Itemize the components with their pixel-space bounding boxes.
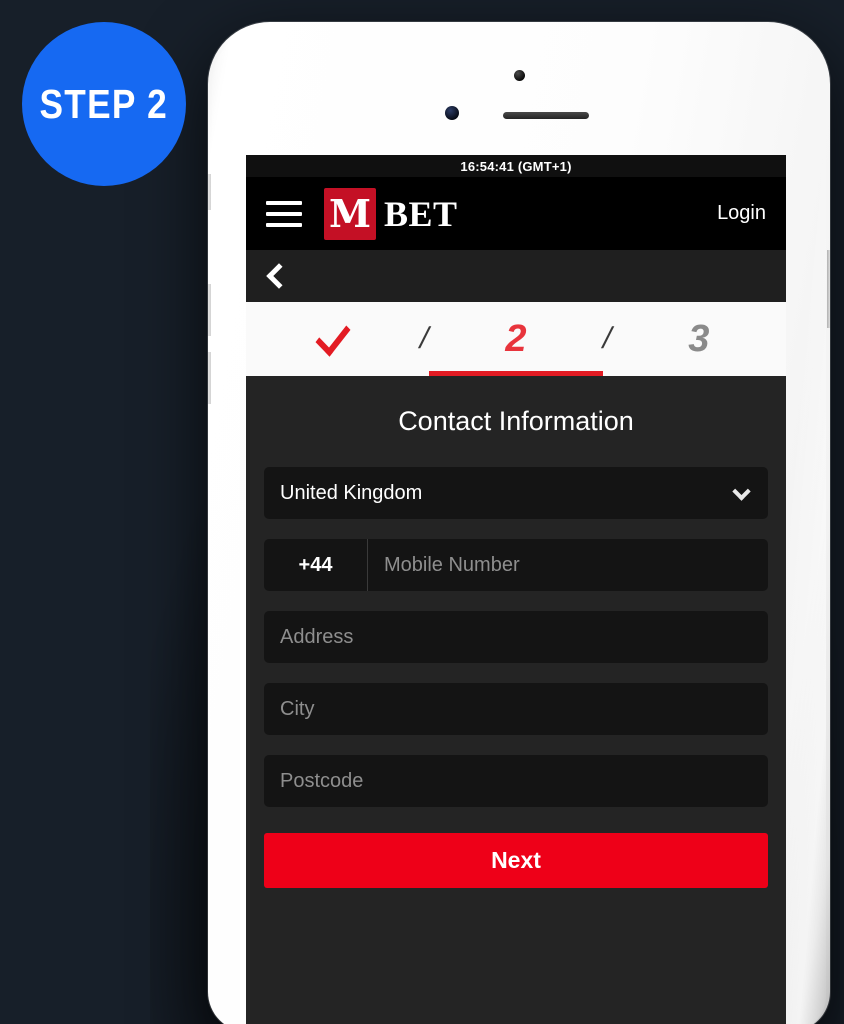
silent-switch-button[interactable] [208, 174, 211, 210]
app-header: M BET Login [246, 177, 786, 250]
hamburger-bar [266, 200, 302, 205]
step-item-3-label: 3 [688, 318, 710, 360]
volume-up-button[interactable] [208, 284, 211, 336]
hamburger-icon[interactable] [266, 200, 302, 227]
city-input[interactable]: City [264, 683, 768, 735]
postcode-placeholder: Postcode [280, 769, 364, 792]
mobile-number-placeholder: Mobile Number [384, 553, 520, 576]
power-button[interactable] [827, 250, 830, 328]
city-placeholder: City [280, 697, 315, 720]
next-button[interactable]: Next [264, 833, 768, 888]
contact-information-form: Contact Information United Kingdom +44 M… [246, 376, 786, 1024]
step-item-3[interactable]: 3 [612, 302, 786, 376]
form-title: Contact Information [398, 406, 634, 436]
address-placeholder: Address [280, 625, 354, 648]
status-bar: 16:54:41 (GMT+1) [246, 155, 786, 177]
step-item-1[interactable] [246, 302, 420, 376]
login-button[interactable]: Login [717, 202, 766, 225]
step-badge: STEP 2 [22, 22, 186, 186]
address-input[interactable]: Address [264, 611, 768, 663]
brand-logo[interactable]: M BET [324, 187, 717, 240]
hamburger-bar [266, 222, 302, 227]
hamburger-bar [266, 211, 302, 216]
brand-wordmark: BET [384, 193, 458, 234]
back-bar [246, 250, 786, 302]
status-bar-clock: 16:54:41 (GMT+1) [460, 158, 572, 174]
chevron-down-icon [732, 482, 751, 501]
postcode-input[interactable]: Postcode [264, 755, 768, 807]
front-camera-icon [445, 106, 459, 120]
phone-device: 16:54:41 (GMT+1) M BET Login / 2 / 3 Con… [208, 22, 830, 1024]
step-badge-label: STEP 2 [39, 80, 169, 127]
volume-down-button[interactable] [208, 352, 211, 404]
step-item-2-label: 2 [505, 318, 527, 360]
step-indicator: / 2 / 3 [246, 302, 786, 376]
country-select-value: United Kingdom [280, 481, 423, 504]
earpiece-speaker [503, 112, 589, 119]
step-active-underline [428, 371, 604, 376]
rear-camera-icon [514, 70, 525, 81]
step-item-2[interactable]: 2 [428, 302, 604, 376]
mobile-number-input[interactable]: Mobile Number [368, 554, 768, 577]
phone-screen: 16:54:41 (GMT+1) M BET Login / 2 / 3 Con… [246, 155, 786, 1024]
mobile-number-field[interactable]: +44 Mobile Number [264, 539, 768, 591]
country-dial-code: +44 [264, 539, 368, 591]
country-select[interactable]: United Kingdom [264, 467, 768, 519]
back-chevron-icon[interactable] [266, 263, 292, 289]
check-icon [315, 315, 351, 357]
brand-mark-icon: M [324, 187, 376, 240]
